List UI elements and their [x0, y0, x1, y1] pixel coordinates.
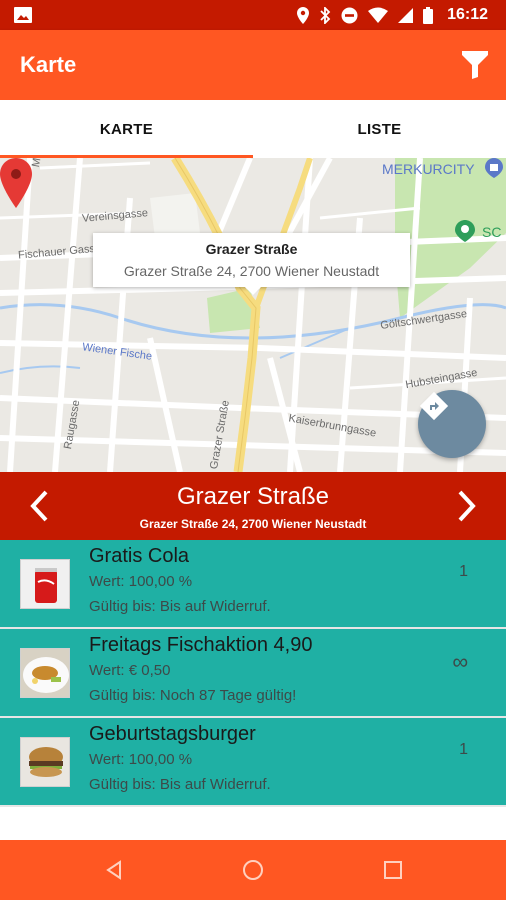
- location-title: Grazer Straße: [176, 483, 330, 510]
- signal-icon: [398, 7, 414, 23]
- info-window-pointer: [244, 286, 262, 295]
- deal-count: 1: [459, 741, 468, 758]
- tab-karte[interactable]: KARTE: [0, 100, 253, 158]
- park-pin-icon: [455, 220, 475, 242]
- app-bar: Karte: [0, 30, 506, 100]
- next-location-arrow-icon[interactable]: [454, 489, 480, 523]
- list-item[interactable]: Gratis Cola Wert: 100,00 % Gültig bis: B…: [0, 540, 506, 629]
- back-icon[interactable]: [102, 858, 126, 882]
- directions-icon: [419, 391, 449, 421]
- deal-validity: Gültig bis: Bis auf Widerruf.: [89, 598, 271, 615]
- battery-icon: [423, 6, 434, 24]
- map-info-window[interactable]: Grazer Straße Grazer Straße 24, 2700 Wie…: [93, 233, 410, 287]
- deal-title: Gratis Cola: [89, 545, 190, 567]
- map-view[interactable]: Mießlgasse Vereinsgasse Fischauer Gasse …: [0, 158, 506, 472]
- tab-liste[interactable]: LISTE: [253, 100, 506, 158]
- poi-merkurcity[interactable]: MERKURCITY: [382, 161, 475, 177]
- location-subtitle: Grazer Straße 24, 2700 Wiener Neustadt: [139, 517, 367, 531]
- deal-title: Freitags Fischaktion 4,90: [89, 634, 313, 656]
- deal-count: ∞: [452, 649, 468, 674]
- do-not-disturb-icon: [341, 7, 358, 23]
- status-bar: 16:12: [0, 0, 506, 30]
- tab-bar: KARTE LISTE: [0, 100, 506, 158]
- image-notification-icon: [14, 7, 32, 23]
- deal-value: Wert: 100,00 %: [89, 751, 193, 768]
- info-window-address: Grazer Straße 24, 2700 Wiener Neustadt: [123, 263, 380, 279]
- list-item[interactable]: Freitags Fischaktion 4,90 Wert: € 0,50 G…: [0, 629, 506, 718]
- location-header: Grazer Straße Grazer Straße 24, 2700 Wie…: [0, 472, 506, 540]
- page-title: Karte: [20, 52, 77, 77]
- deal-validity: Gültig bis: Bis auf Widerruf.: [89, 776, 271, 793]
- home-icon[interactable]: [241, 858, 265, 882]
- map-marker-icon[interactable]: [0, 158, 32, 208]
- fish-plate-image: [20, 648, 70, 698]
- deal-validity: Gültig bis: Noch 87 Tage gültig!: [89, 687, 297, 704]
- cola-can-image: [20, 559, 70, 609]
- recents-icon[interactable]: [381, 858, 405, 882]
- deal-title: Geburtstagsburger: [89, 723, 256, 745]
- status-time: 16:12: [447, 6, 488, 23]
- burger-image: [20, 737, 70, 787]
- info-window-title: Grazer Straße: [205, 241, 298, 257]
- deal-value: Wert: € 0,50: [89, 662, 171, 679]
- wifi-icon: [368, 7, 389, 23]
- deal-list: Gratis Cola Wert: 100,00 % Gültig bis: B…: [0, 540, 506, 807]
- directions-button[interactable]: [418, 390, 486, 458]
- previous-location-arrow-icon[interactable]: [26, 489, 52, 523]
- system-nav-bar: [0, 840, 506, 900]
- shopping-bag-icon: [485, 158, 503, 178]
- location-icon: [297, 6, 310, 24]
- deal-count: 1: [459, 563, 468, 580]
- bluetooth-icon: [320, 6, 331, 24]
- deal-value: Wert: 100,00 %: [89, 573, 193, 590]
- poi-sc: SC: [482, 224, 502, 240]
- list-item[interactable]: Geburtstagsburger Wert: 100,00 % Gültig …: [0, 718, 506, 807]
- filter-icon[interactable]: [462, 51, 488, 79]
